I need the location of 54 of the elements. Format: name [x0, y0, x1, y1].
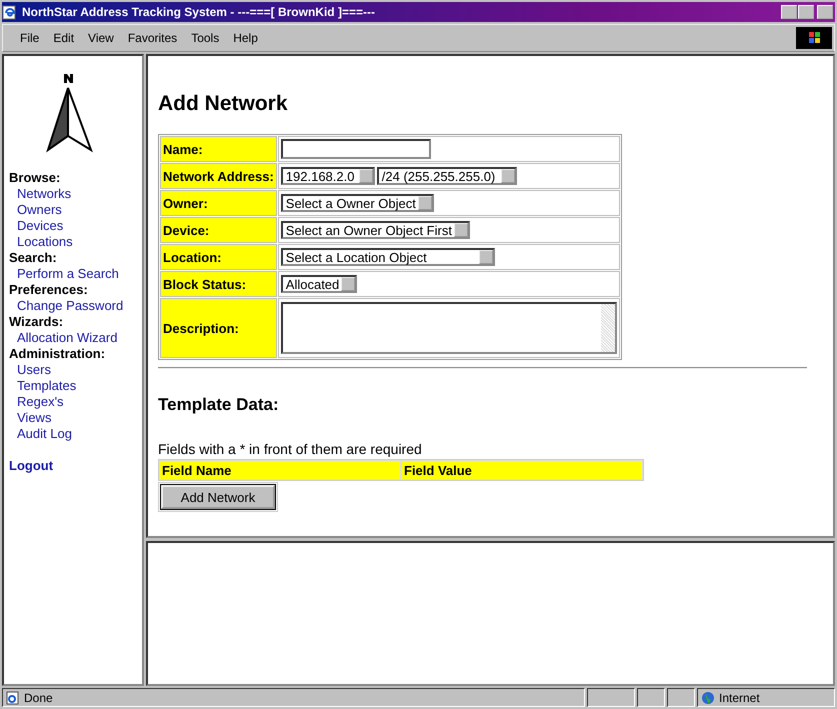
nav-link[interactable]: Networks	[17, 186, 72, 202]
status-panel	[667, 688, 695, 707]
nav-link[interactable]: Change Password	[17, 298, 124, 314]
add-network-button[interactable]: Add Network	[161, 485, 275, 509]
status-panel	[587, 688, 635, 707]
field-label: Device:	[160, 217, 277, 243]
nav-link[interactable]: Templates	[17, 378, 76, 394]
field-label: Network Address:	[160, 163, 277, 189]
menu-item[interactable]: View	[81, 31, 121, 45]
field-label: Name:	[160, 136, 277, 162]
nav-heading: Administration:	[9, 346, 106, 362]
field-label: Owner:	[160, 190, 277, 216]
column-header: Field Name	[159, 460, 401, 480]
dropdown[interactable]: Select an Owner Object First	[280, 221, 470, 239]
name-field[interactable]	[280, 139, 431, 159]
field-label: Block Status:	[160, 271, 277, 297]
nav-link[interactable]: Locations	[17, 234, 73, 250]
column-header: Field Value	[401, 460, 643, 480]
dropdown[interactable]: Allocated	[280, 275, 358, 293]
menu-item[interactable]: Edit	[46, 31, 82, 45]
nav-link[interactable]: Audit Log	[17, 426, 72, 442]
page-icon	[6, 690, 20, 704]
page-heading: Add Network	[158, 92, 288, 116]
nav-heading: Browse:	[9, 170, 60, 186]
section-heading: Template Data:	[158, 395, 279, 415]
dropdown[interactable]: Select a Location Object	[280, 248, 495, 266]
nav-heading: Search:	[9, 250, 57, 266]
nav-heading: Wizards:	[9, 314, 64, 330]
description-field[interactable]	[280, 302, 617, 354]
globe-icon	[701, 690, 715, 704]
nav-heading: Preferences:	[9, 282, 88, 298]
field-label: Location:	[160, 244, 277, 270]
field-label: Description:	[160, 298, 277, 358]
nav-link[interactable]: Perform a Search	[17, 266, 119, 282]
status-text: Done	[24, 690, 53, 704]
required-note: Fields with a * in front of them are required	[158, 441, 422, 457]
dropdown[interactable]: /24 (255.255.255.0)	[376, 167, 517, 185]
menu-item[interactable]: Tools	[184, 31, 226, 45]
browser-icon	[2, 4, 18, 20]
nav-link[interactable]: Owners	[17, 202, 62, 218]
nav-link[interactable]: Users	[17, 362, 51, 378]
nav-link[interactable]: Regex's	[17, 394, 64, 410]
zone-text: Internet	[719, 690, 760, 704]
nav-link[interactable]: Allocation Wizard	[17, 330, 118, 346]
nav-link[interactable]: Views	[17, 410, 52, 426]
menu-item[interactable]: Help	[226, 31, 265, 45]
logout-link[interactable]: Logout	[9, 458, 54, 473]
nav-link[interactable]: Devices	[17, 218, 64, 234]
menu-item[interactable]: File	[13, 31, 46, 45]
status-panel	[637, 688, 665, 707]
dropdown[interactable]: 192.168.2.0	[280, 167, 375, 185]
menu-item[interactable]: Favorites	[120, 31, 184, 45]
window-title: NorthStar Address Tracking System - ---===[ BrownKid ]===---	[22, 5, 375, 19]
dropdown[interactable]: Select a Owner Object	[280, 194, 434, 212]
